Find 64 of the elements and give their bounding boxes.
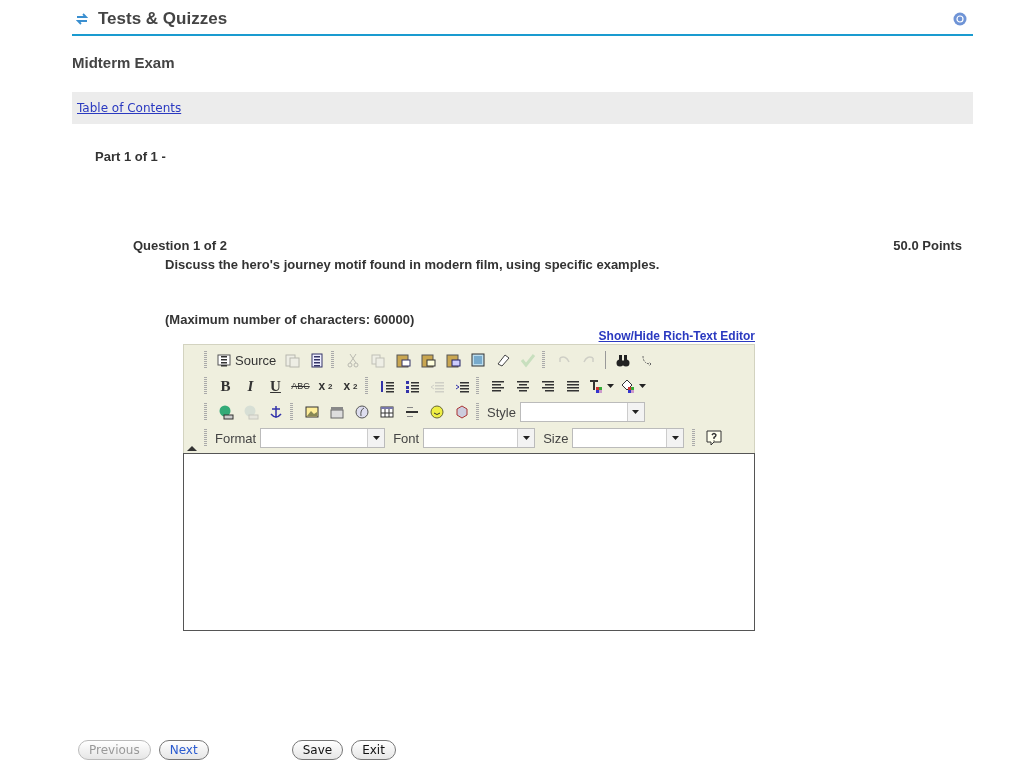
smiley-icon [428,404,445,420]
clipboard-icon [394,352,411,368]
combo-label: Font [393,430,420,446]
editor-toggle-link[interactable]: Show/Hide Rich-Text Editor [598,329,755,343]
align-left-icon [489,378,506,394]
format-button[interactable]: x$^{2}$ [338,375,363,397]
source-icon [216,352,232,368]
character-limit: (Maximum number of characters: 60000) [165,312,416,327]
tool-title: Tests & Quizzes [98,9,229,29]
globe-unlink-icon [242,404,259,420]
format-button[interactable]: ABC [288,375,313,397]
align-center-icon [514,378,531,394]
copy-icon [369,352,386,368]
cube-icon [453,404,470,420]
question-label: Question 1 of 2 [133,238,227,253]
caret-icon [672,436,679,440]
dropdown-field[interactable] [260,428,386,448]
caret-icon [639,384,646,388]
format-button[interactable]: U [263,375,288,397]
document-icon [283,352,300,368]
combo-label: Format [215,430,257,446]
clipboard-icon [419,352,436,368]
arrows-icon [76,13,88,25]
help-icon[interactable] [953,12,967,26]
combo-label: Size [543,430,569,446]
dropdown-field[interactable] [519,402,645,422]
horizontal-rule-icon [403,404,420,420]
bulleted-list-icon [403,378,420,394]
format-button[interactable]: I [238,375,263,397]
nav-button[interactable]: Next [158,740,209,760]
caret-icon [522,436,530,440]
format-button[interactable]: B [213,375,238,397]
part-label: Part 1 of 1 - [95,149,167,164]
binoculars-icon [614,352,631,368]
checkmark-icon [519,352,536,368]
nav-button[interactable]: Save [291,740,344,760]
combo-label: Style [487,404,516,420]
exam-title: Midterm Exam [72,53,176,73]
source-button[interactable]: Source [213,349,280,371]
anchor-icon [267,404,284,420]
scissors-icon [344,352,361,368]
contents-link[interactable]: Table of Contents [77,101,182,115]
align-right-icon [539,378,556,394]
table-icon [378,404,395,420]
help-icon [705,429,723,447]
numbered-list-icon [378,378,395,394]
dropdown-field[interactable] [423,428,536,448]
text-color-icon [588,378,604,394]
caret-icon [632,410,640,414]
flash-icon [353,404,370,420]
dropdown-field[interactable] [572,428,685,448]
paint-bucket-icon [620,378,636,394]
document-icon [308,352,325,368]
select-all-icon [469,352,486,368]
clipboard-icon [444,352,461,368]
globe-link-icon [217,404,234,420]
points-label: 50.0 Points [893,238,962,253]
clapperboard-icon [328,404,345,420]
question-text: Discuss the hero's journey motif found in modern film, using specific examples. [165,257,661,272]
caret-icon [607,384,614,388]
caret-icon [372,436,380,440]
nav-button[interactable]: Exit [351,740,396,760]
image-icon [303,404,320,420]
justify-icon [564,378,581,394]
